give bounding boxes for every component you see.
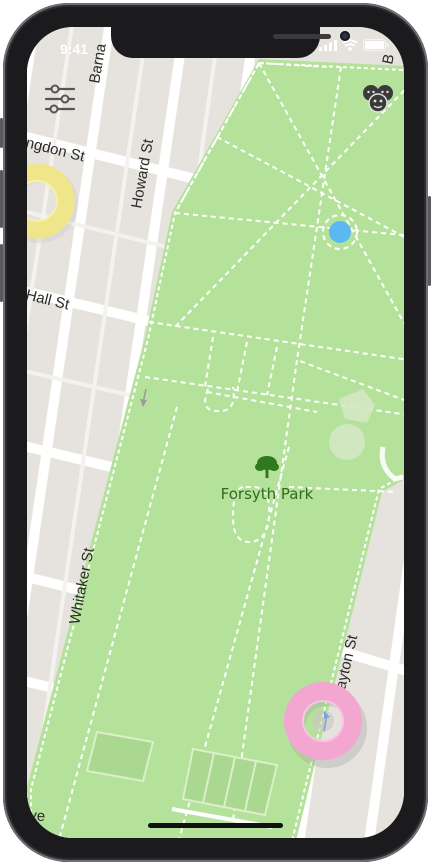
sliders-icon (44, 84, 76, 114)
cellular-signal-icon (319, 39, 337, 51)
battery-icon (363, 39, 389, 51)
people-group-icon (363, 85, 393, 113)
status-time: 9:41 (60, 41, 89, 57)
device-frame: Forsyth Park Barna ngdon St Howard St Ha… (0, 0, 431, 865)
earpiece-speaker (273, 34, 331, 39)
filter-button[interactable] (43, 82, 77, 116)
friends-button[interactable] (361, 83, 395, 115)
volume-up-button (0, 170, 3, 228)
app-screen: Forsyth Park Barna ngdon St Howard St Ha… (27, 27, 404, 838)
front-camera (340, 31, 350, 41)
silent-switch (0, 118, 3, 148)
home-indicator[interactable] (148, 823, 283, 828)
status-icons (319, 39, 389, 51)
park-name-label[interactable]: Forsyth Park (221, 485, 314, 503)
volume-down-button (0, 244, 3, 302)
map-view[interactable]: Forsyth Park Barna ngdon St Howard St Ha… (27, 27, 404, 838)
notch (111, 27, 350, 58)
street-label-bottom-left: ve (29, 807, 46, 825)
pink-ring-marker[interactable] (284, 682, 367, 768)
fountain-marker (329, 221, 351, 243)
